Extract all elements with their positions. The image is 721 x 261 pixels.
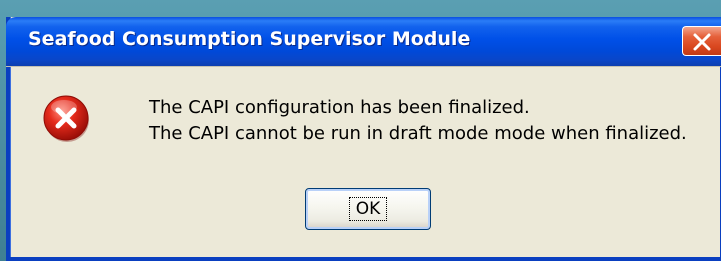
dialog-title: Seafood Consumption Supervisor Module (28, 28, 471, 50)
ok-button[interactable]: OK (305, 188, 431, 230)
error-icon (43, 95, 89, 142)
error-dialog: Seafood Consumption Supervisor Module Th… (6, 17, 721, 261)
message-line-2: The CAPI cannot be run in draft mode mod… (149, 123, 687, 144)
dialog-message: The CAPI configuration has been finalize… (149, 95, 687, 147)
dialog-titlebar[interactable]: Seafood Consumption Supervisor Module (6, 17, 721, 66)
close-button[interactable] (682, 26, 721, 56)
titlebar-divider (6, 66, 721, 67)
message-line-1: The CAPI configuration has been finalize… (149, 97, 530, 118)
close-icon (693, 33, 711, 51)
ok-button-label: OK (348, 197, 388, 221)
